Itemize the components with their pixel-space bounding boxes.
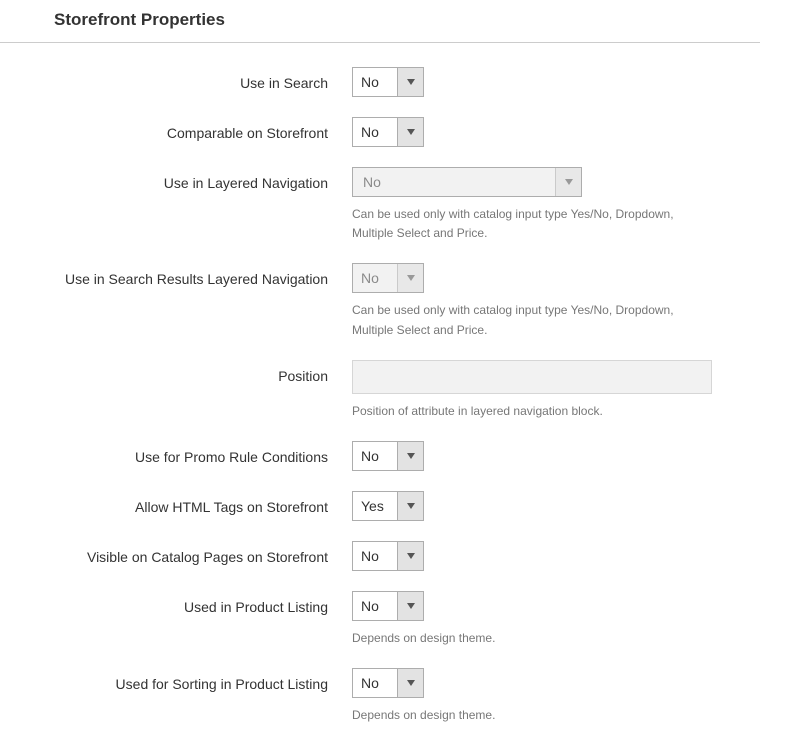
help-layered-nav: Can be used only with catalog input type…: [352, 205, 712, 243]
select-value: No: [353, 442, 397, 470]
section-title: Storefront Properties: [0, 0, 760, 43]
label-layered-nav: Use in Layered Navigation: [0, 167, 352, 194]
select-sorting-listing[interactable]: No: [352, 668, 424, 698]
help-search-results-layered: Can be used only with catalog input type…: [352, 301, 712, 339]
chevron-down-icon: [555, 168, 581, 196]
select-allow-html[interactable]: Yes: [352, 491, 424, 521]
select-value: No: [353, 118, 397, 146]
chevron-down-icon: [397, 442, 423, 470]
chevron-down-icon: [397, 592, 423, 620]
label-visible-catalog: Visible on Catalog Pages on Storefront: [0, 541, 352, 568]
row-sorting-listing: Used for Sorting in Product Listing No D…: [0, 668, 800, 725]
label-product-listing: Used in Product Listing: [0, 591, 352, 618]
select-promo-rule[interactable]: No: [352, 441, 424, 471]
chevron-down-icon: [397, 68, 423, 96]
help-product-listing: Depends on design theme.: [352, 629, 712, 648]
select-value: No: [353, 542, 397, 570]
chevron-down-icon: [397, 669, 423, 697]
row-layered-nav: Use in Layered Navigation No Can be used…: [0, 167, 800, 243]
select-value: Yes: [353, 492, 397, 520]
help-sorting-listing: Depends on design theme.: [352, 706, 712, 725]
row-product-listing: Used in Product Listing No Depends on de…: [0, 591, 800, 648]
label-sorting-listing: Used for Sorting in Product Listing: [0, 668, 352, 695]
select-comparable[interactable]: No: [352, 117, 424, 147]
input-position: [352, 360, 712, 394]
select-value: No: [353, 68, 397, 96]
label-allow-html: Allow HTML Tags on Storefront: [0, 491, 352, 518]
select-visible-catalog[interactable]: No: [352, 541, 424, 571]
select-use-in-search[interactable]: No: [352, 67, 424, 97]
row-visible-catalog: Visible on Catalog Pages on Storefront N…: [0, 541, 800, 571]
label-promo-rule: Use for Promo Rule Conditions: [0, 441, 352, 468]
chevron-down-icon: [397, 264, 423, 292]
row-search-results-layered: Use in Search Results Layered Navigation…: [0, 263, 800, 339]
label-use-in-search: Use in Search: [0, 67, 352, 94]
row-promo-rule: Use for Promo Rule Conditions No: [0, 441, 800, 471]
row-use-in-search: Use in Search No: [0, 67, 800, 97]
label-position: Position: [0, 360, 352, 387]
label-comparable: Comparable on Storefront: [0, 117, 352, 144]
select-value: No: [353, 264, 397, 292]
chevron-down-icon: [397, 542, 423, 570]
row-position: Position Position of attribute in layere…: [0, 360, 800, 421]
select-value: No: [353, 669, 397, 697]
select-search-results-layered: No: [352, 263, 424, 293]
label-search-results-layered: Use in Search Results Layered Navigation: [0, 263, 352, 290]
chevron-down-icon: [397, 492, 423, 520]
row-allow-html: Allow HTML Tags on Storefront Yes: [0, 491, 800, 521]
select-value: No: [353, 168, 555, 196]
row-comparable: Comparable on Storefront No: [0, 117, 800, 147]
select-product-listing[interactable]: No: [352, 591, 424, 621]
chevron-down-icon: [397, 118, 423, 146]
help-position: Position of attribute in layered navigat…: [352, 402, 712, 421]
select-layered-nav: No: [352, 167, 582, 197]
select-value: No: [353, 592, 397, 620]
